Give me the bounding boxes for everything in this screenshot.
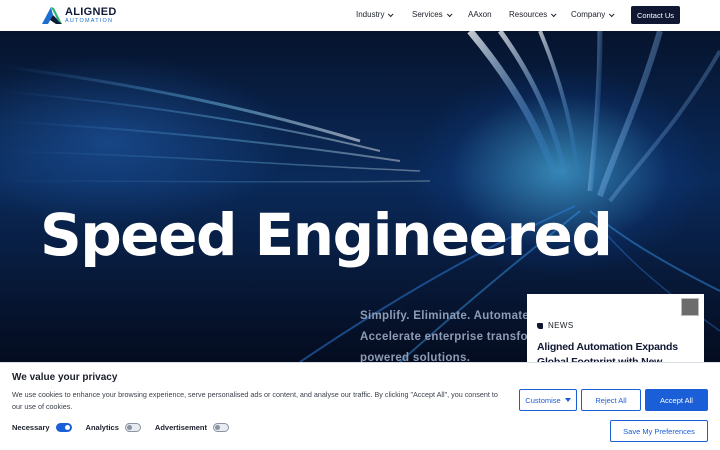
nav-item-label: Services [412,10,443,19]
tag-icon [537,322,543,329]
save-preferences-button[interactable]: Save My Preferences [610,420,708,442]
chevron-down-icon [388,10,395,17]
news-tag: NEWS [537,321,574,330]
toggle-advertisement: Advertisement [154,423,230,432]
toggle-analytics: Analytics [86,423,141,432]
toggle-label: Necessary [12,423,50,432]
hero-subtitle-line: Accelerate enterprise transform [360,331,544,343]
nav-industry[interactable]: Industry [356,10,395,19]
nav-company[interactable]: Company [571,10,615,19]
logo-mark-icon [42,7,62,25]
chevron-down-icon [551,10,557,17]
contact-us-button[interactable]: Contact Us [631,6,680,24]
news-tag-label: NEWS [548,321,574,330]
cookie-description: We use cookies to enhance your browsing … [12,390,498,411]
nav-item-label: Company [571,10,606,19]
logo-wordmark: ALIGNED [65,6,117,18]
toggle-label: Analytics [85,423,119,432]
hero-subtitle-line: Simplify. Eliminate. Automate. [360,310,533,322]
nav-aaxon[interactable]: AAxon [468,10,492,19]
toggle-necessary: Necessary [12,423,72,432]
cookie-toggles: Necessary Analytics Advertisement [12,423,243,432]
news-card[interactable]: NEWS Aligned Automation Expands Global F… [527,294,704,362]
hero-subtitle-line: powered solutions. [360,352,471,362]
customise-label: Customise [525,395,561,405]
chevron-down-icon [609,10,615,17]
chevron-down-icon [446,10,453,17]
news-headline[interactable]: Aligned Automation Expands Global Footpr… [537,340,697,362]
hero-banner: Speed Engineered Simplify. Eliminate. Au… [0,31,720,362]
customise-button[interactable]: Customise [519,389,577,411]
reject-all-button[interactable]: Reject All [581,389,641,411]
site-header: ALIGNED AUTOMATION Industry Services AAx… [0,0,720,31]
cookie-title: We value your privacy [12,372,118,383]
news-thumbnail [681,298,699,316]
caret-down-icon [564,398,571,402]
nav-item-label: AAxon [468,10,492,19]
logo-tagline: AUTOMATION [65,18,114,24]
toggle-label: Advertisement [154,423,208,432]
accept-all-button[interactable]: Accept All [645,389,708,411]
hero-subtitle: Simplify. Eliminate. Automate. Accelerat… [360,306,543,362]
necessary-switch[interactable] [55,423,72,432]
advertisement-switch[interactable] [213,423,230,432]
analytics-switch[interactable] [124,423,141,432]
nav-services[interactable]: Services [412,10,453,19]
nav-item-label: Industry [356,10,385,19]
nav-resources[interactable]: Resources [509,10,557,19]
aligned-automation-logo[interactable]: ALIGNED AUTOMATION [42,7,117,25]
hero-title: Speed Engineered [40,201,613,269]
cookie-consent-banner: We value your privacy We use cookies to … [0,362,720,450]
nav-item-label: Resources [509,10,548,19]
